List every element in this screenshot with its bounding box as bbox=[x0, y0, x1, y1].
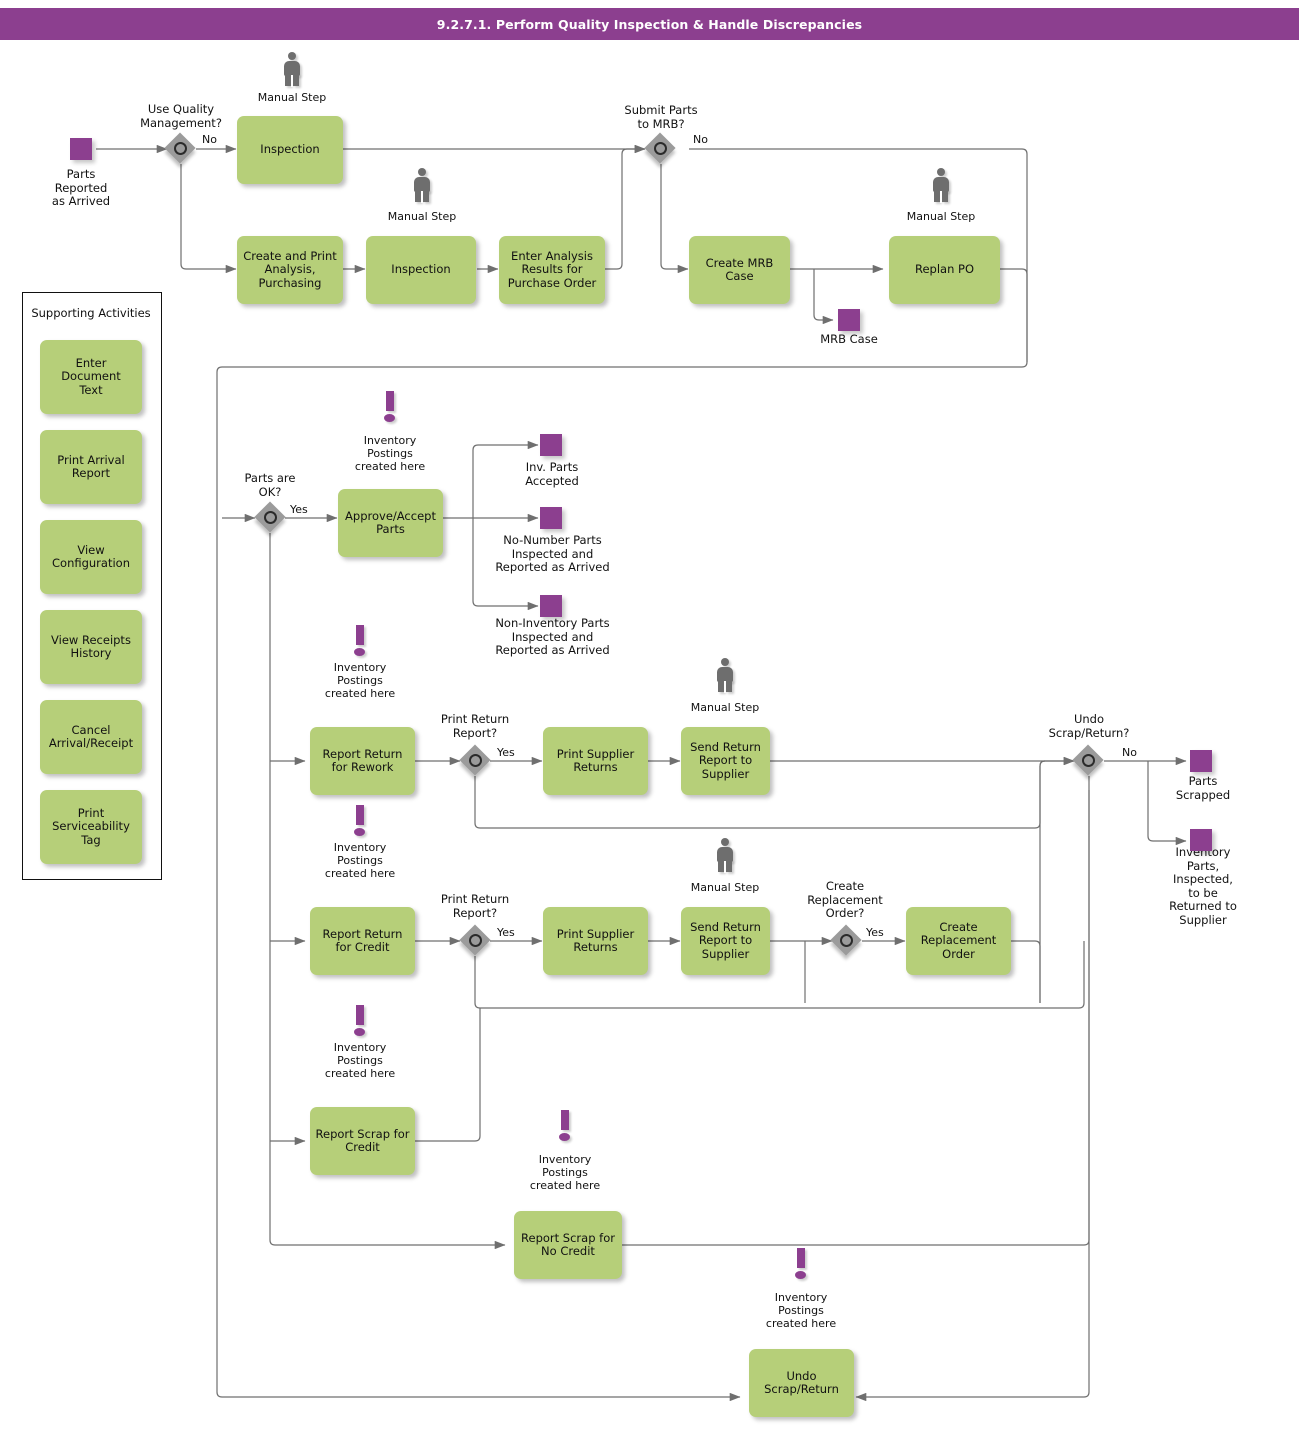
manual-step-person-icon-2 bbox=[411, 168, 433, 203]
gateway-ring-icon bbox=[654, 142, 667, 155]
gateway-create-replacement-order[interactable] bbox=[830, 924, 862, 956]
gateway-use-quality-management[interactable] bbox=[164, 132, 196, 164]
gateway-ring-icon bbox=[1082, 754, 1095, 767]
support-task-print-serviceability-tag[interactable]: Print Serviceability Tag bbox=[40, 790, 142, 864]
flow-label-yes-credit-print: Yes bbox=[497, 926, 515, 939]
gateway-label-parts-are-ok: Parts are OK? bbox=[244, 471, 296, 499]
task-report-return-for-credit[interactable]: Report Return for Credit bbox=[310, 907, 415, 975]
flow-label-no-submit-mrb: No bbox=[693, 133, 708, 146]
flow-label-no-quality-mgmt: No bbox=[202, 133, 217, 146]
gateway-print-return-report-rework[interactable] bbox=[459, 744, 491, 776]
inventory-postings-exclamation-icon-2 bbox=[353, 625, 367, 657]
inventory-postings-label: Inventory Postings created here bbox=[354, 434, 426, 473]
task-send-return-report-to-supplier-2[interactable]: Send Return Report to Supplier bbox=[681, 907, 770, 975]
gateway-ring-icon bbox=[840, 934, 853, 947]
process-diagram-canvas: 9.2.7.1. Perform Quality Inspection & Ha… bbox=[0, 0, 1299, 1430]
diagram-title-bar: 9.2.7.1. Perform Quality Inspection & Ha… bbox=[0, 8, 1299, 40]
inventory-postings-exclamation-icon-3 bbox=[353, 805, 367, 837]
gateway-label-undo-scrap-return: Undo Scrap/Return? bbox=[1048, 712, 1130, 740]
flow-label-yes-parts-ok: Yes bbox=[290, 503, 308, 516]
flow-label-no-undo: No bbox=[1122, 746, 1137, 759]
end-event-inv-parts-accepted[interactable] bbox=[540, 434, 562, 456]
gateway-label-print-return-report-rework: Print Return Report? bbox=[440, 712, 510, 740]
gateway-ring-icon bbox=[469, 754, 482, 767]
manual-step-label: Manual Step bbox=[257, 91, 327, 104]
gateway-ring-icon bbox=[469, 934, 482, 947]
inventory-postings-label-5: Inventory Postings created here bbox=[529, 1153, 601, 1192]
flow-label-yes-replacement: Yes bbox=[866, 926, 884, 939]
manual-step-label-4: Manual Step bbox=[690, 701, 760, 714]
manual-step-person-icon-4 bbox=[714, 658, 736, 693]
inventory-postings-label-4: Inventory Postings created here bbox=[324, 1041, 396, 1080]
start-event-parts-reported-as-arrived[interactable] bbox=[70, 138, 92, 160]
event-label-mrb-case: MRB Case bbox=[820, 332, 878, 346]
end-event-inventory-parts-returned[interactable] bbox=[1190, 829, 1212, 851]
manual-step-label-3: Manual Step bbox=[906, 210, 976, 223]
inventory-postings-exclamation-icon-6 bbox=[794, 1248, 808, 1280]
gateway-label-create-replacement-order: Create Replacement Order? bbox=[807, 879, 883, 920]
inventory-postings-exclamation-icon-4 bbox=[353, 1005, 367, 1037]
gateway-print-return-report-credit[interactable] bbox=[459, 924, 491, 956]
task-report-scrap-for-no-credit[interactable]: Report Scrap for No Credit bbox=[514, 1211, 622, 1279]
end-event-label-no-number-parts: No-Number Parts Inspected and Reported as … bbox=[495, 533, 610, 574]
task-create-replacement-order[interactable]: Create Replacement Order bbox=[906, 907, 1011, 975]
task-create-mrb-case[interactable]: Create MRB Case bbox=[689, 236, 790, 304]
start-event-label: Parts Reported as Arrived bbox=[51, 167, 111, 208]
support-task-cancel-arrival-receipt[interactable]: Cancel Arrival/Receipt bbox=[40, 700, 142, 774]
inventory-postings-label-2: Inventory Postings created here bbox=[324, 661, 396, 700]
task-inspection-mid[interactable]: Inspection bbox=[366, 236, 476, 304]
end-event-no-number-parts[interactable] bbox=[540, 507, 562, 529]
manual-step-person-icon-3 bbox=[930, 168, 952, 203]
support-task-view-receipts-history[interactable]: View Receipts History bbox=[40, 610, 142, 684]
manual-step-person-icon-5 bbox=[714, 838, 736, 873]
gateway-submit-parts-to-mrb[interactable] bbox=[644, 132, 676, 164]
manual-step-label-2: Manual Step bbox=[387, 210, 457, 223]
manual-step-person-icon bbox=[281, 52, 303, 87]
inventory-postings-exclamation-icon bbox=[383, 391, 397, 423]
task-replan-po[interactable]: Replan PO bbox=[889, 236, 1000, 304]
gateway-ring-icon bbox=[264, 511, 277, 524]
end-event-non-inventory-parts[interactable] bbox=[540, 595, 562, 617]
gateway-label-print-return-report-credit: Print Return Report? bbox=[440, 892, 510, 920]
manual-step-label-5: Manual Step bbox=[690, 881, 760, 894]
task-enter-analysis-results[interactable]: Enter Analysis Results for Purchase Order bbox=[499, 236, 605, 304]
inventory-postings-label-3: Inventory Postings created here bbox=[324, 841, 396, 880]
task-approve-accept-parts[interactable]: Approve/Accept Parts bbox=[338, 489, 443, 557]
end-event-parts-scrapped[interactable] bbox=[1190, 750, 1212, 772]
gateway-undo-scrap-return[interactable] bbox=[1072, 744, 1104, 776]
task-report-scrap-for-credit[interactable]: Report Scrap for Credit bbox=[310, 1107, 415, 1175]
task-inspection-top[interactable]: Inspection bbox=[237, 116, 343, 184]
task-send-return-report-to-supplier-1[interactable]: Send Return Report to Supplier bbox=[681, 727, 770, 795]
event-mrb-case[interactable] bbox=[838, 309, 860, 331]
inventory-postings-exclamation-icon-5 bbox=[558, 1110, 572, 1142]
inventory-postings-label-6: Inventory Postings created here bbox=[765, 1291, 837, 1330]
task-report-return-for-rework[interactable]: Report Return for Rework bbox=[310, 727, 415, 795]
support-task-view-configuration[interactable]: View Configuration bbox=[40, 520, 142, 594]
supporting-activities-title: Supporting Activities bbox=[31, 306, 151, 320]
support-task-print-arrival-report[interactable]: Print Arrival Report bbox=[40, 430, 142, 504]
end-event-label-inventory-parts-returned: Inventory Parts, Inspected, to be Returned t… bbox=[1169, 845, 1237, 927]
task-undo-scrap-return[interactable]: Undo Scrap/Return bbox=[749, 1349, 854, 1417]
end-event-label-inv-parts-accepted: Inv. Parts Accepted bbox=[525, 460, 579, 488]
task-print-supplier-returns-2[interactable]: Print Supplier Returns bbox=[543, 907, 648, 975]
gateway-parts-are-ok[interactable] bbox=[254, 501, 286, 533]
end-event-label-parts-scrapped: Parts Scrapped bbox=[1175, 774, 1231, 802]
task-create-and-print-analysis[interactable]: Create and Print Analysis, Purchasing bbox=[237, 236, 343, 304]
end-event-label-non-inventory-parts: Non-Inventory Parts Inspected and Reported… bbox=[495, 616, 610, 657]
gateway-label-submit-parts-to-mrb: Submit Parts to MRB? bbox=[624, 103, 698, 131]
flow-label-yes-rework-print: Yes bbox=[497, 746, 515, 759]
gateway-label-use-quality-management: Use Quality Management? bbox=[140, 102, 222, 130]
page-title: 9.2.7.1. Perform Quality Inspection & Ha… bbox=[436, 16, 863, 32]
gateway-ring-icon bbox=[174, 142, 187, 155]
task-print-supplier-returns-1[interactable]: Print Supplier Returns bbox=[543, 727, 648, 795]
support-task-enter-document-text[interactable]: Enter Document Text bbox=[40, 340, 142, 414]
